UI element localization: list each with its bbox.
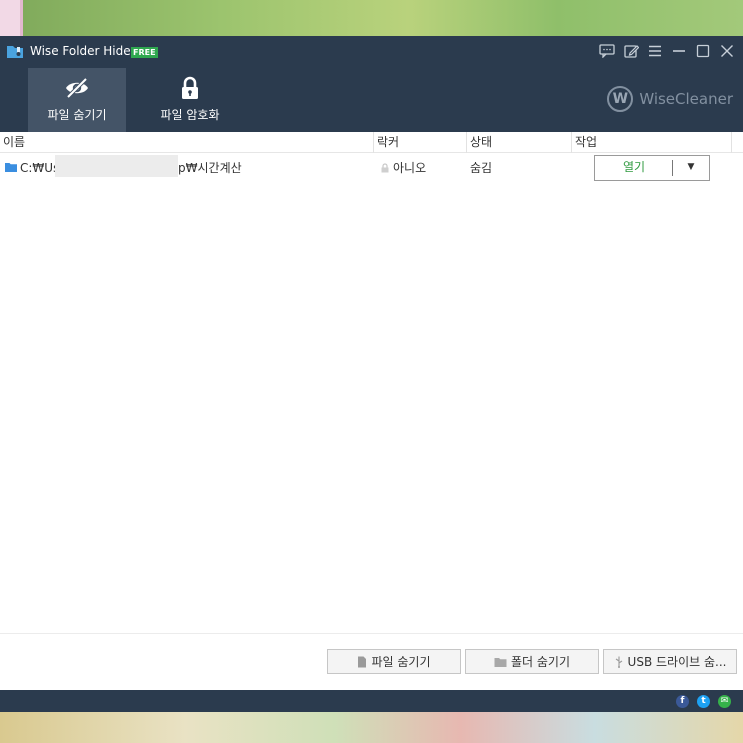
split-divider — [672, 160, 673, 176]
app-window: Wise Folder Hider FREE 파일 숨기기 파일 암호화 W W… — [0, 36, 743, 712]
hide-folder-label: 폴더 숨기기 — [510, 655, 570, 669]
hide-usb-label: USB 드라이브 숨... — [627, 655, 727, 669]
column-header-locker[interactable]: 락커 — [374, 132, 467, 153]
open-split-button: 열기 ▼ — [594, 155, 710, 181]
wisecleaner-logo-icon: W — [607, 86, 634, 112]
row-status: 숨김 — [470, 161, 493, 175]
free-badge: FREE — [131, 47, 158, 58]
hide-folder-button[interactable]: 폴더 숨기기 — [465, 649, 599, 674]
folder-icon — [494, 657, 507, 667]
row-path-end: p₩시간계산 — [178, 161, 242, 175]
app-title: Wise Folder Hider — [30, 44, 136, 58]
lock-icon — [381, 163, 389, 173]
eye-slash-icon — [66, 77, 88, 99]
hide-file-button[interactable]: 파일 숨기기 — [327, 649, 461, 674]
desktop-wallpaper-bottom — [0, 712, 743, 743]
brand: W WiseCleaner — [607, 84, 733, 114]
twitter-icon[interactable]: t — [697, 695, 710, 708]
file-icon — [358, 656, 367, 667]
minimize-icon[interactable] — [669, 41, 689, 61]
message-icon[interactable] — [597, 41, 617, 61]
row-path-start: C:₩Us — [20, 161, 60, 175]
dropdown-arrow-icon[interactable]: ▼ — [675, 156, 707, 180]
maximize-icon[interactable] — [693, 41, 713, 61]
row-locker: 아니오 — [393, 161, 427, 175]
tab-label: 파일 숨기기 — [47, 108, 107, 122]
tab-hide-files[interactable]: 파일 숨기기 — [28, 68, 126, 132]
window-controls — [597, 41, 737, 61]
lock-icon — [182, 76, 198, 99]
footer-actions: 파일 숨기기 폴더 숨기기 USB 드라이브 숨... — [0, 633, 743, 690]
folder-icon — [5, 163, 17, 172]
desktop-wallpaper-top — [0, 0, 743, 36]
title-bar: Wise Folder Hider FREE — [0, 36, 743, 66]
facebook-icon[interactable]: f — [676, 695, 689, 708]
hide-usb-drive-button[interactable]: USB 드라이브 숨... — [603, 649, 737, 674]
usb-icon — [615, 656, 622, 668]
open-button[interactable]: 열기 — [595, 156, 673, 180]
brand-name: WiseCleaner — [639, 90, 733, 108]
column-header-action[interactable]: 작업 — [572, 132, 732, 153]
hide-file-label: 파일 숨기기 — [371, 655, 431, 669]
email-icon[interactable]: ✉ — [718, 695, 731, 708]
table-header: 이름 락커 상태 작업 — [0, 132, 743, 153]
edit-icon[interactable] — [621, 41, 641, 61]
table-row[interactable]: C:₩Us p₩시간계산 아니오 숨김 열기 ▼ — [0, 154, 743, 182]
status-bar: f t ✉ — [0, 690, 743, 712]
tab-label: 파일 암호화 — [160, 108, 220, 122]
redacted-path-segment — [55, 155, 178, 177]
column-header-status[interactable]: 상태 — [467, 132, 572, 153]
app-icon — [7, 46, 23, 58]
column-header-name[interactable]: 이름 — [0, 132, 374, 153]
menu-icon[interactable] — [645, 41, 665, 61]
tab-encrypt-files[interactable]: 파일 암호화 — [141, 68, 239, 132]
close-icon[interactable] — [717, 41, 737, 61]
main-header: 파일 숨기기 파일 암호화 W WiseCleaner — [0, 66, 743, 132]
